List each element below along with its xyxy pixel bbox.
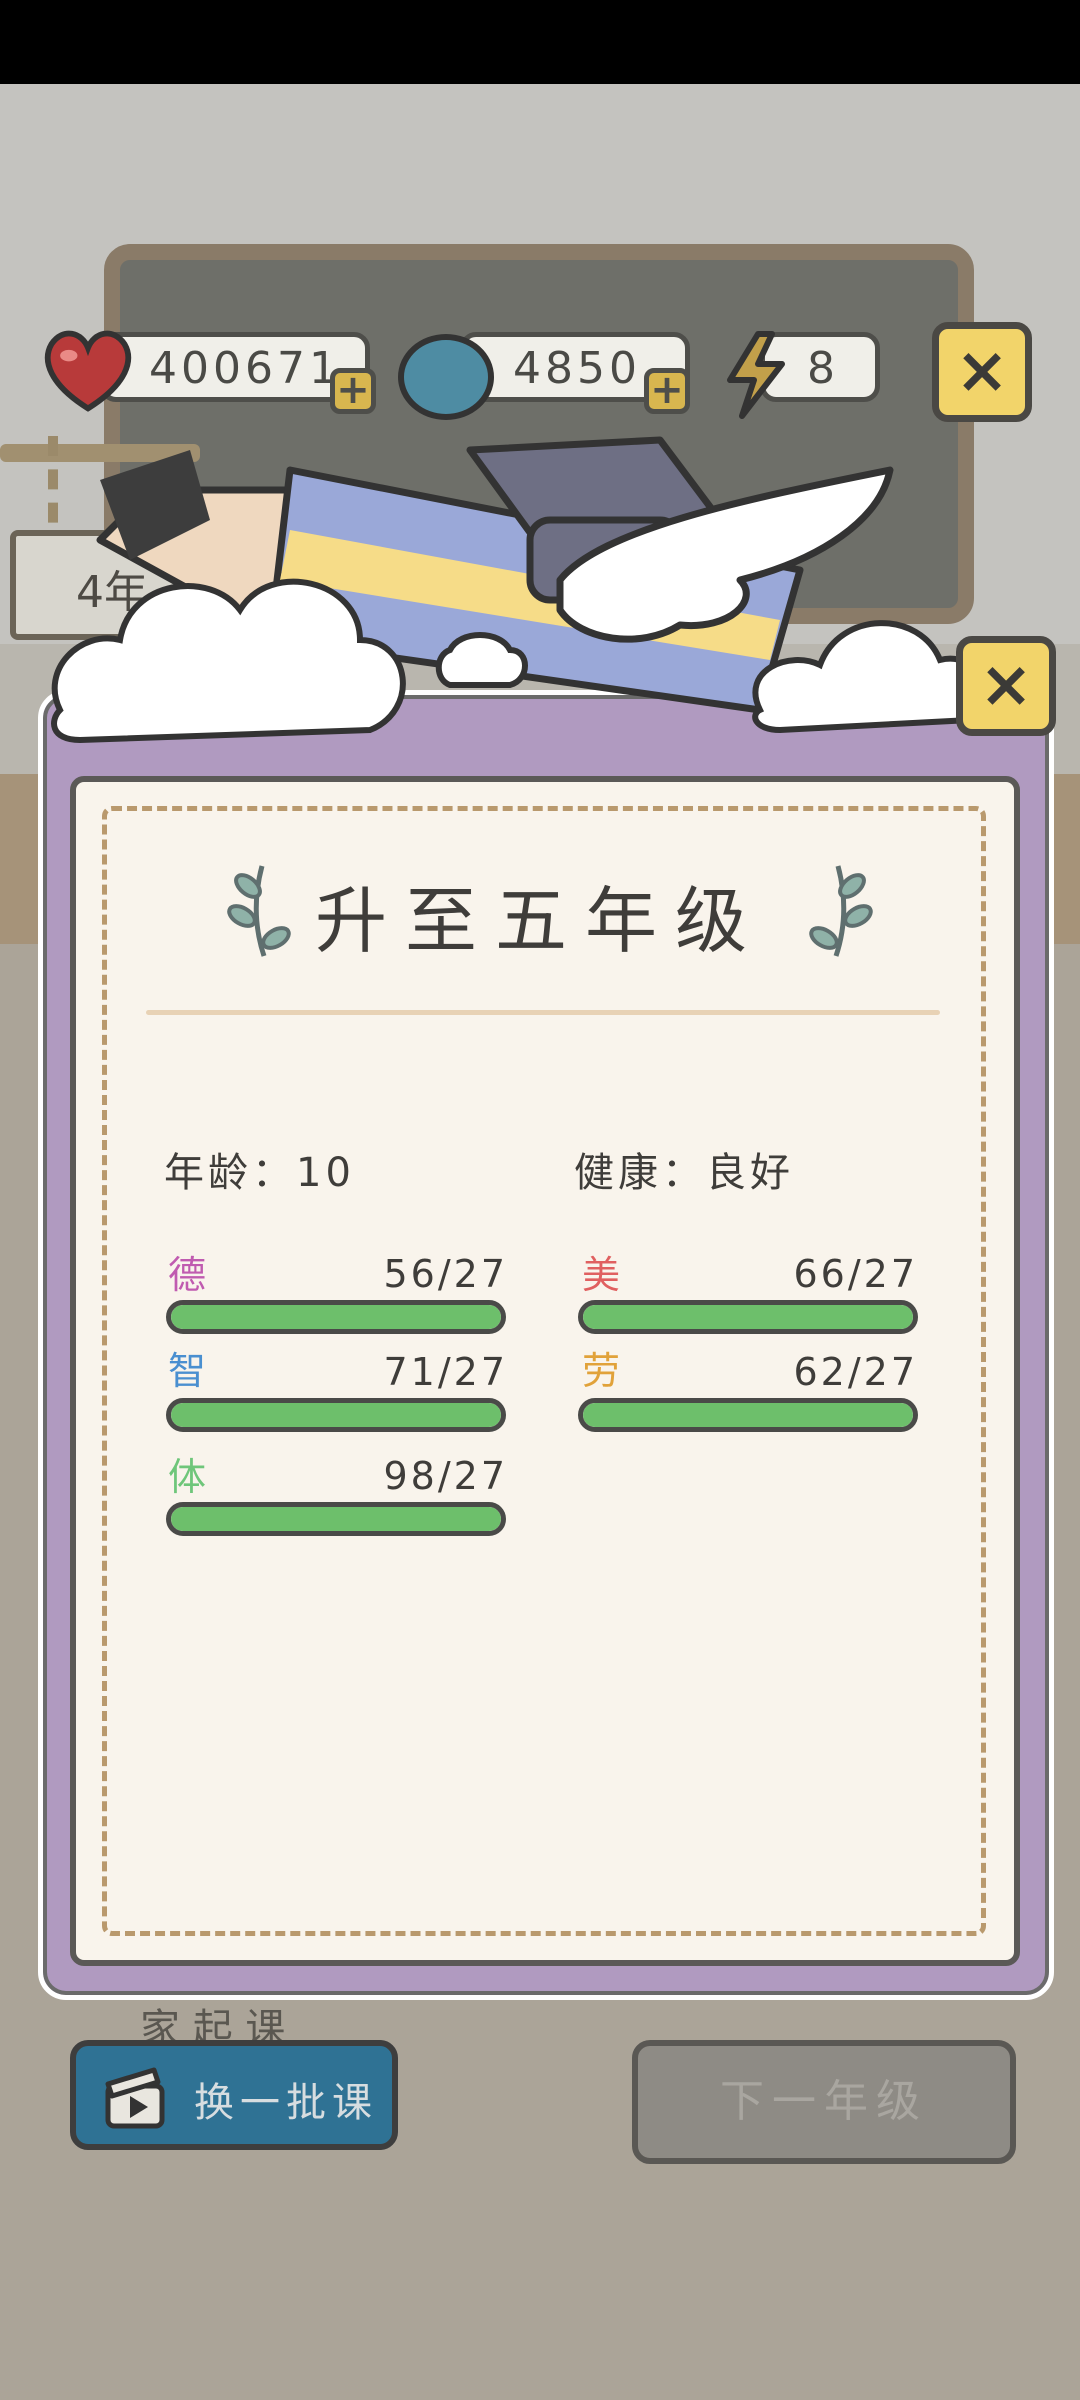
stat-progress-bar	[166, 1398, 506, 1432]
stat-value: 56/27	[383, 1252, 508, 1296]
video-clapperboard-icon	[105, 2067, 165, 2129]
stat-label: 劳	[582, 1349, 621, 1393]
leaf-branch-right-icon	[809, 865, 873, 957]
stat-progress-bar	[166, 1300, 506, 1334]
add-hearts-label: +	[336, 367, 370, 413]
next-grade-button[interactable]: 下一年级	[632, 2040, 1016, 2164]
stat-value: 98/27	[383, 1454, 508, 1498]
health-text: 健康：良好	[574, 1150, 794, 1196]
stat-progress-bar	[578, 1398, 918, 1432]
age-text: 年龄：10	[164, 1150, 355, 1196]
stat-value: 62/27	[793, 1350, 918, 1394]
status-bar	[0, 0, 1080, 84]
next-grade-label: 下一年级	[720, 2076, 928, 2127]
stat-label: 美	[582, 1253, 621, 1297]
change-courses-label: 换一批课	[194, 2080, 378, 2126]
stat-progress-fill	[171, 1305, 501, 1329]
heart-icon	[45, 330, 131, 412]
title-divider	[146, 1010, 940, 1015]
gems-value: 4850	[513, 343, 641, 394]
add-gems-label: +	[650, 367, 684, 413]
hearts-value: 400671	[149, 343, 341, 394]
gem-icon	[398, 334, 494, 420]
stat-progress-bar	[166, 1502, 506, 1536]
stat-label: 德	[168, 1253, 207, 1297]
add-hearts-button[interactable]: +	[330, 368, 376, 414]
top-close-button[interactable]: ×	[932, 322, 1032, 422]
stat-progress-bar	[578, 1300, 918, 1334]
stat-label: 智	[168, 1349, 207, 1393]
stat-progress-fill	[171, 1403, 501, 1427]
stat-value: 71/27	[383, 1350, 508, 1394]
close-icon: ×	[979, 648, 1033, 722]
stat-progress-fill	[583, 1305, 913, 1329]
stat-value: 66/27	[793, 1252, 918, 1296]
change-courses-button[interactable]: 换一批课	[70, 2040, 398, 2150]
modal-title: 升至五年级	[314, 879, 765, 963]
stat-progress-fill	[171, 1507, 501, 1531]
lightning-icon	[727, 331, 785, 419]
add-gems-button[interactable]: +	[644, 368, 690, 414]
pencil-banner	[51, 436, 988, 744]
stat-label: 体	[168, 1455, 207, 1499]
modal-close-button[interactable]: ×	[956, 636, 1056, 736]
stat-progress-fill	[583, 1403, 913, 1427]
energy-value: 8	[807, 343, 839, 394]
close-icon: ×	[955, 334, 1009, 408]
